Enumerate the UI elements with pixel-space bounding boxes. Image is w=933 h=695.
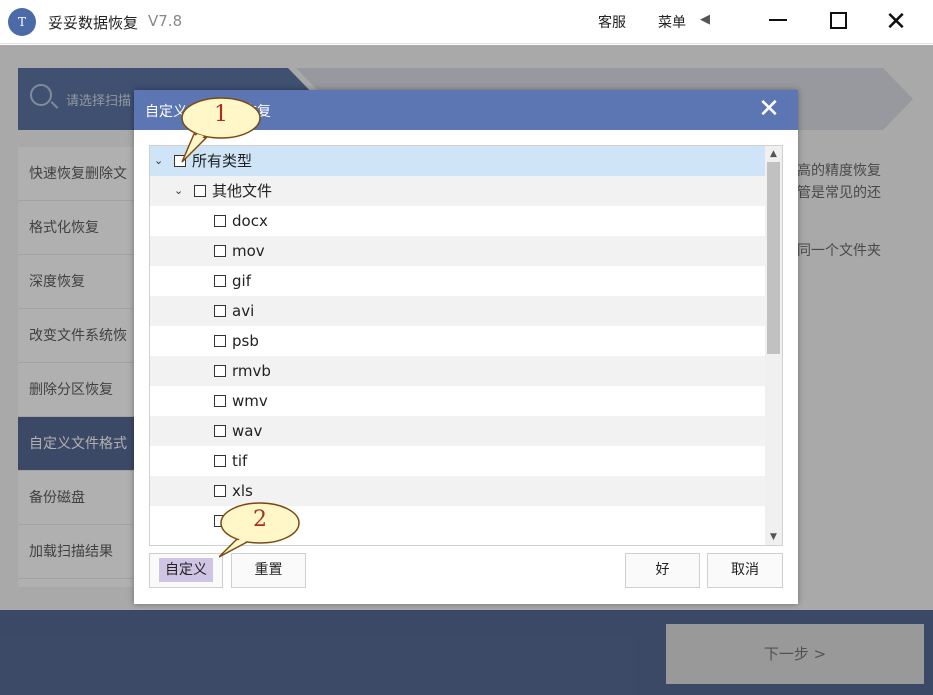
tree-row-file-type[interactable]: psb xyxy=(150,326,765,356)
checkbox[interactable] xyxy=(214,215,226,227)
scroll-down-icon[interactable]: ▼ xyxy=(765,529,782,545)
tree-item-label: tif xyxy=(232,452,248,470)
tree-item-label: wav xyxy=(232,422,263,440)
scrollbar-thumb[interactable] xyxy=(767,162,780,354)
tree-scrollbar[interactable]: ▲ ▼ xyxy=(765,146,782,545)
menu-arrow-icon[interactable]: ◀ xyxy=(700,12,710,27)
title-bar: T 妥妥数据恢复 V7.8 客服 菜单 ◀ ✕ xyxy=(0,0,933,44)
checkbox[interactable] xyxy=(214,455,226,467)
tree-item-label: docx xyxy=(232,212,268,230)
tree-row-file-type[interactable]: wav xyxy=(150,416,765,446)
tree-item-label: 其他文件 xyxy=(212,182,273,200)
ok-button[interactable]: 好 xyxy=(625,553,700,588)
checkbox[interactable] xyxy=(214,365,226,377)
tree-row-file-type[interactable]: rmvb xyxy=(150,356,765,386)
custom-button-label: 自定义 xyxy=(159,558,213,582)
tree-item-label: wmv xyxy=(232,392,268,410)
minimize-icon xyxy=(769,19,787,21)
tree-row-file-type[interactable]: docx xyxy=(150,206,765,236)
checkbox[interactable] xyxy=(214,245,226,257)
cancel-button[interactable]: 取消 xyxy=(707,553,783,588)
close-window-button[interactable]: ✕ xyxy=(876,6,916,38)
tree-item-label: avi xyxy=(232,302,255,320)
maximize-icon xyxy=(829,11,847,29)
tree-row-file-type[interactable]: mov xyxy=(150,236,765,266)
checkbox[interactable] xyxy=(194,185,206,197)
checkbox[interactable] xyxy=(214,485,226,497)
custom-button[interactable]: 自定义 xyxy=(149,553,223,588)
service-button[interactable]: 客服 xyxy=(598,12,626,32)
menu-button[interactable]: 菜单 xyxy=(658,12,686,32)
callout-2: 2 xyxy=(219,501,301,558)
scroll-up-icon[interactable]: ▲ xyxy=(765,146,782,162)
tree-row-file-type[interactable]: avi xyxy=(150,296,765,326)
tree-row-other-files[interactable]: ⌄ 其他文件 xyxy=(150,176,765,206)
app-logo-icon: T xyxy=(8,8,36,36)
file-type-tree: ⌄ 所有类型 ⌄ 其他文件 docx mov gif avi psb rmvb … xyxy=(149,145,783,546)
tree-item-label: rmvb xyxy=(232,362,271,380)
app-title: 妥妥数据恢复 xyxy=(48,14,139,32)
tree-item-label: gif xyxy=(232,272,251,290)
maximize-button[interactable] xyxy=(818,6,858,38)
chevron-down-icon[interactable]: ⌄ xyxy=(174,176,188,206)
minimize-button[interactable] xyxy=(758,6,798,38)
tree-row-file-type[interactable]: gif xyxy=(150,266,765,296)
callout-number: 1 xyxy=(214,102,228,127)
callout-number: 2 xyxy=(253,507,267,532)
chevron-down-icon[interactable]: ⌄ xyxy=(154,146,168,176)
checkbox[interactable] xyxy=(214,425,226,437)
tree-row-file-type[interactable]: tif xyxy=(150,446,765,476)
app-version: V7.8 xyxy=(148,12,183,30)
tree-item-label: mov xyxy=(232,242,265,260)
dialog-close-button[interactable]: ✕ xyxy=(754,94,784,124)
checkbox[interactable] xyxy=(214,305,226,317)
callout-1: 1 xyxy=(180,96,262,163)
tree-row-file-type[interactable]: wmv xyxy=(150,386,765,416)
tree-item-label: psb xyxy=(232,332,259,350)
checkbox[interactable] xyxy=(214,335,226,347)
checkbox[interactable] xyxy=(214,395,226,407)
checkbox[interactable] xyxy=(214,275,226,287)
